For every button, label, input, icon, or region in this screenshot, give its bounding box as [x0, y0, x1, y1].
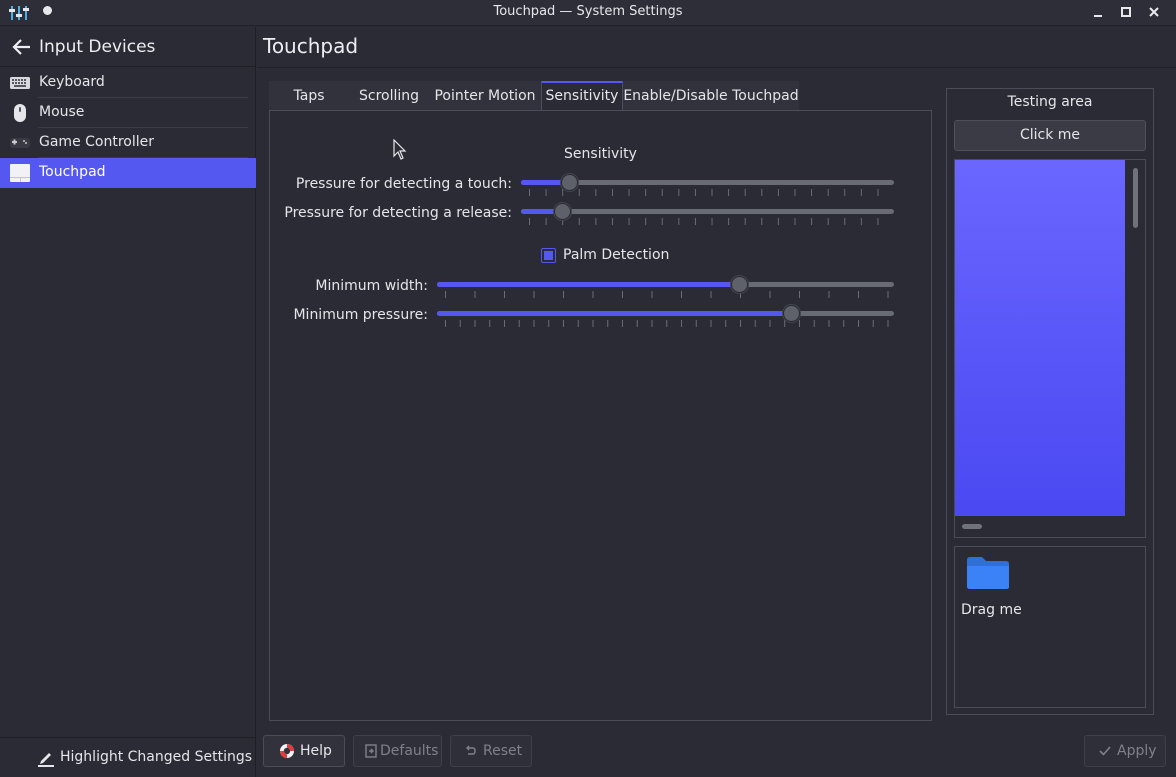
- sidebar-item-label: Keyboard: [39, 74, 105, 90]
- slider-ticks: [437, 291, 890, 298]
- palm-detection-label: Palm Detection: [563, 247, 670, 263]
- tab-sensitivity[interactable]: Sensitivity: [541, 81, 623, 111]
- sidebar-item-label: Touchpad: [39, 164, 106, 180]
- sidebar: Input Devices Keyboard Mouse Game Contro…: [0, 27, 256, 777]
- slider-fill: [437, 311, 792, 316]
- mouse-cursor-icon: [393, 139, 407, 160]
- testing-area-title: Testing area: [1007, 94, 1093, 110]
- window-title: Touchpad — System Settings: [493, 4, 683, 19]
- click-me-button[interactable]: Click me: [954, 120, 1146, 151]
- maximize-button[interactable]: [1117, 3, 1135, 21]
- minimize-button[interactable]: [1089, 3, 1107, 21]
- checkmark-icon: [1099, 746, 1111, 756]
- testing-area: Testing area Click me Drag me: [946, 88, 1154, 715]
- tab-enable-disable-touchpad[interactable]: Enable/Disable Touchpad: [623, 81, 799, 111]
- sidebar-header-title: Input Devices: [39, 37, 156, 57]
- release-pressure-label: Pressure for detecting a release:: [284, 205, 512, 221]
- tab-scrolling[interactable]: Scrolling: [349, 81, 429, 111]
- sidebar-item-label: Mouse: [39, 104, 85, 120]
- release-pressure-slider[interactable]: [521, 201, 894, 227]
- sidebar-header: Input Devices: [0, 27, 256, 67]
- slider-track: [521, 209, 894, 214]
- sidebar-item-touchpad[interactable]: Touchpad: [0, 158, 256, 188]
- defaults-button-label: Defaults: [380, 743, 439, 759]
- vertical-scrollbar-thumb[interactable]: [1133, 168, 1138, 228]
- sidebar-item-mouse[interactable]: Mouse: [0, 98, 256, 128]
- drag-test-area: Drag me: [954, 546, 1146, 708]
- slider-ticks: [437, 320, 890, 327]
- sidebar-item-keyboard[interactable]: Keyboard: [0, 68, 256, 98]
- reset-button-label: Reset: [483, 743, 523, 759]
- pencil-highlight-icon: [38, 753, 54, 767]
- window-titlebar: Touchpad — System Settings: [0, 0, 1176, 26]
- slider-handle[interactable]: [554, 203, 572, 220]
- slider-ticks: [521, 189, 882, 196]
- highlight-changed-settings-button[interactable]: Highlight Changed Settings: [0, 737, 256, 777]
- drag-me-label: Drag me: [961, 602, 1022, 618]
- close-icon: [1149, 7, 1159, 17]
- reset-undo-icon: [466, 745, 476, 755]
- sidebar-item-label: Game Controller: [39, 134, 154, 150]
- apply-button[interactable]: Apply: [1084, 735, 1166, 767]
- checkbox-check-mark: [544, 251, 553, 260]
- slider-fill: [437, 282, 739, 287]
- scroll-content-gradient: [955, 160, 1125, 516]
- page-header: Touchpad: [257, 27, 1176, 68]
- close-button[interactable]: [1145, 3, 1163, 21]
- sidebar-item-game-controller[interactable]: Game Controller: [0, 128, 256, 158]
- minimize-icon: [1094, 15, 1102, 17]
- slider-handle[interactable]: [730, 276, 748, 293]
- touchpad-icon: [10, 164, 30, 182]
- horizontal-scrollbar-thumb[interactable]: [962, 524, 982, 529]
- minimum-pressure-slider[interactable]: [437, 303, 894, 329]
- tab-taps[interactable]: Taps: [269, 81, 349, 111]
- minimum-width-slider[interactable]: [437, 274, 894, 300]
- defaults-button[interactable]: Defaults: [353, 735, 442, 767]
- reset-button[interactable]: Reset: [450, 735, 532, 767]
- maximize-icon: [1121, 7, 1131, 17]
- slider-ticks: [521, 218, 882, 225]
- touch-pressure-label: Pressure for detecting a touch:: [295, 176, 512, 192]
- help-button-label: Help: [300, 743, 332, 759]
- minimum-width-label: Minimum width:: [315, 278, 428, 294]
- mouse-icon: [14, 104, 26, 122]
- defaults-icon: [365, 744, 377, 758]
- apply-button-label: Apply: [1117, 743, 1157, 759]
- palm-detection-checkbox-box[interactable]: [541, 248, 556, 263]
- sensitivity-section-title: Sensitivity: [564, 146, 637, 162]
- tab-pointer-motion[interactable]: Pointer Motion: [429, 81, 541, 111]
- page-title: Touchpad: [263, 34, 359, 58]
- highlight-changed-settings-label: Highlight Changed Settings: [60, 749, 253, 765]
- test-scroll-area[interactable]: [954, 159, 1146, 538]
- back-arrow-icon[interactable]: [12, 38, 32, 56]
- help-button[interactable]: Help: [263, 735, 345, 767]
- minimum-pressure-label: Minimum pressure:: [293, 307, 428, 323]
- folder-icon[interactable]: [966, 556, 1010, 590]
- sensitivity-panel: Sensitivity Pressure for detecting a tou…: [269, 110, 932, 721]
- touch-pressure-slider[interactable]: [521, 172, 894, 198]
- help-lifebuoy-icon: [280, 744, 294, 758]
- gamepad-icon: [10, 138, 30, 148]
- keyboard-icon: [10, 77, 30, 89]
